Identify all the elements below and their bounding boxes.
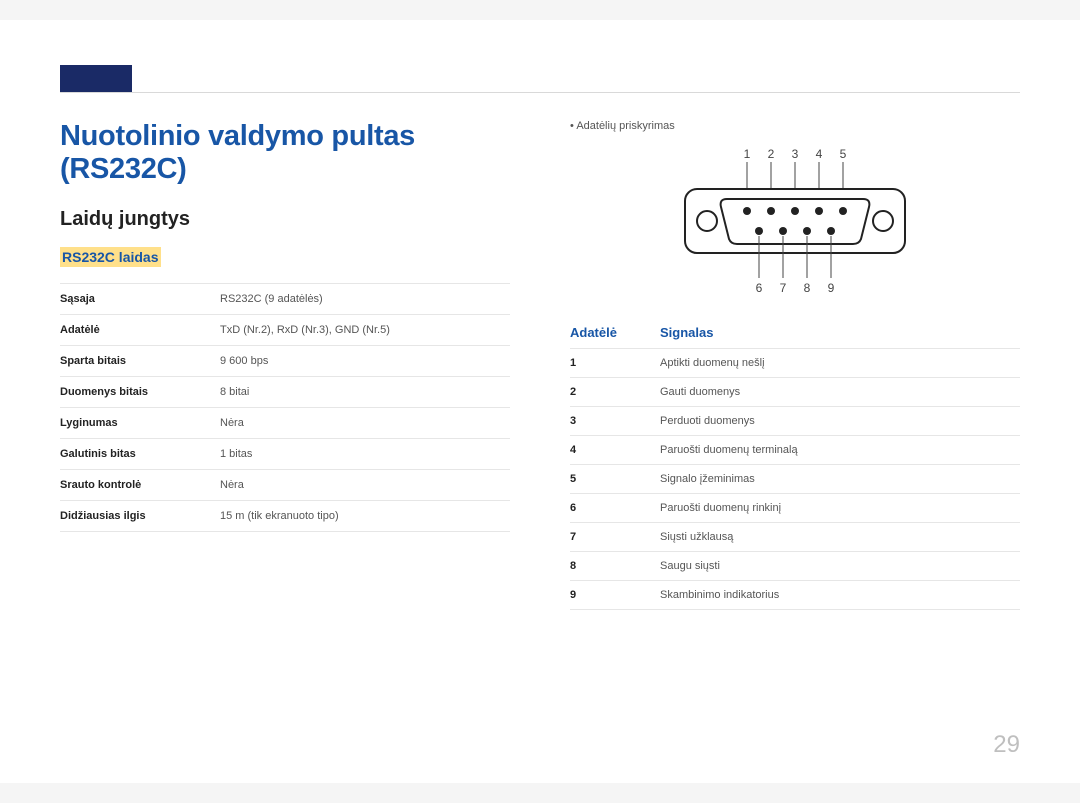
pin-signal: Siųsti užklausą <box>660 523 1020 552</box>
pin-label: 8 <box>804 281 811 295</box>
pin-label: 1 <box>744 147 751 161</box>
table-row: 8Saugu siųsti <box>570 552 1020 581</box>
spec-key: Lyginumas <box>60 408 220 439</box>
pin-num: 6 <box>570 494 660 523</box>
table-row: Duomenys bitais8 bitai <box>60 377 510 408</box>
table-row: LyginumasNėra <box>60 408 510 439</box>
spec-key: Duomenys bitais <box>60 377 220 408</box>
bullet-text: Adatėlių priskyrimas <box>570 120 1020 132</box>
spec-val: TxD (Nr.2), RxD (Nr.3), GND (Nr.5) <box>220 315 510 346</box>
table-row: Srauto kontrolėNėra <box>60 470 510 501</box>
pin-label: 4 <box>816 147 823 161</box>
pin-num: 2 <box>570 378 660 407</box>
top-rule <box>60 92 1020 93</box>
accent-bar <box>60 65 132 93</box>
pin-label: 9 <box>828 281 835 295</box>
table-row: Sparta bitais9 600 bps <box>60 346 510 377</box>
pin-table: Adatėlė Signalas 1Aptikti duomenų nešlį … <box>570 317 1020 610</box>
spec-key: Srauto kontrolė <box>60 470 220 501</box>
spec-table: SąsajaRS232C (9 adatėlės) AdatėlėTxD (Nr… <box>60 283 510 532</box>
pin-signal: Aptikti duomenų nešlį <box>660 349 1020 378</box>
table-row: 5Signalo įžeminimas <box>570 465 1020 494</box>
left-column: Nuotolinio valdymo pultas (RS232C) Laidų… <box>60 120 510 610</box>
spec-val: 9 600 bps <box>220 346 510 377</box>
connector-diagram: 1 2 3 4 5 <box>570 144 1020 299</box>
pin-label: 6 <box>756 281 763 295</box>
pin-signal: Gauti duomenys <box>660 378 1020 407</box>
table-row: 1Aptikti duomenų nešlį <box>570 349 1020 378</box>
signal-header: Signalas <box>660 317 1020 349</box>
spec-val: 15 m (tik ekranuoto tipo) <box>220 501 510 532</box>
table-row: 7Siųsti užklausą <box>570 523 1020 552</box>
section-title: Laidų jungtys <box>60 208 510 231</box>
page: Nuotolinio valdymo pultas (RS232C) Laidų… <box>0 20 1080 783</box>
pin-num: 4 <box>570 436 660 465</box>
page-title: Nuotolinio valdymo pultas (RS232C) <box>60 120 510 186</box>
pin-header: Adatėlė <box>570 317 660 349</box>
table-row: 2Gauti duomenys <box>570 378 1020 407</box>
right-column: Adatėlių priskyrimas 1 2 3 4 5 <box>570 120 1020 610</box>
sub-heading: RS232C laidas <box>60 247 161 267</box>
spec-key: Sparta bitais <box>60 346 220 377</box>
pin-signal: Signalo įžeminimas <box>660 465 1020 494</box>
pin-label: 3 <box>792 147 799 161</box>
pin-label: 7 <box>780 281 787 295</box>
pin-signal: Perduoti duomenys <box>660 407 1020 436</box>
table-row: Didžiausias ilgis15 m (tik ekranuoto tip… <box>60 501 510 532</box>
pin-signal: Paruošti duomenų rinkinį <box>660 494 1020 523</box>
pin-num: 7 <box>570 523 660 552</box>
spec-val: Nėra <box>220 470 510 501</box>
spec-val: RS232C (9 adatėlės) <box>220 284 510 315</box>
spec-key: Sąsaja <box>60 284 220 315</box>
spec-key: Adatėlė <box>60 315 220 346</box>
pin-label: 2 <box>768 147 775 161</box>
columns: Nuotolinio valdymo pultas (RS232C) Laidų… <box>60 120 1020 610</box>
pin-signal: Saugu siųsti <box>660 552 1020 581</box>
pin-num: 1 <box>570 349 660 378</box>
pin-num: 9 <box>570 581 660 610</box>
table-header-row: Adatėlė Signalas <box>570 317 1020 349</box>
table-row: SąsajaRS232C (9 adatėlės) <box>60 284 510 315</box>
pin-num: 5 <box>570 465 660 494</box>
db9-connector-icon: 1 2 3 4 5 <box>665 144 925 299</box>
spec-key: Galutinis bitas <box>60 439 220 470</box>
table-row: 9Skambinimo indikatorius <box>570 581 1020 610</box>
table-row: AdatėlėTxD (Nr.2), RxD (Nr.3), GND (Nr.5… <box>60 315 510 346</box>
table-row: Galutinis bitas1 bitas <box>60 439 510 470</box>
pin-signal: Paruošti duomenų terminalą <box>660 436 1020 465</box>
table-row: 4Paruošti duomenų terminalą <box>570 436 1020 465</box>
spec-val: Nėra <box>220 408 510 439</box>
pin-signal: Skambinimo indikatorius <box>660 581 1020 610</box>
table-row: 6Paruošti duomenų rinkinį <box>570 494 1020 523</box>
spec-val: 1 bitas <box>220 439 510 470</box>
page-number: 29 <box>993 731 1020 759</box>
pin-label: 5 <box>840 147 847 161</box>
spec-key: Didžiausias ilgis <box>60 501 220 532</box>
pin-num: 8 <box>570 552 660 581</box>
spec-val: 8 bitai <box>220 377 510 408</box>
pin-num: 3 <box>570 407 660 436</box>
table-row: 3Perduoti duomenys <box>570 407 1020 436</box>
